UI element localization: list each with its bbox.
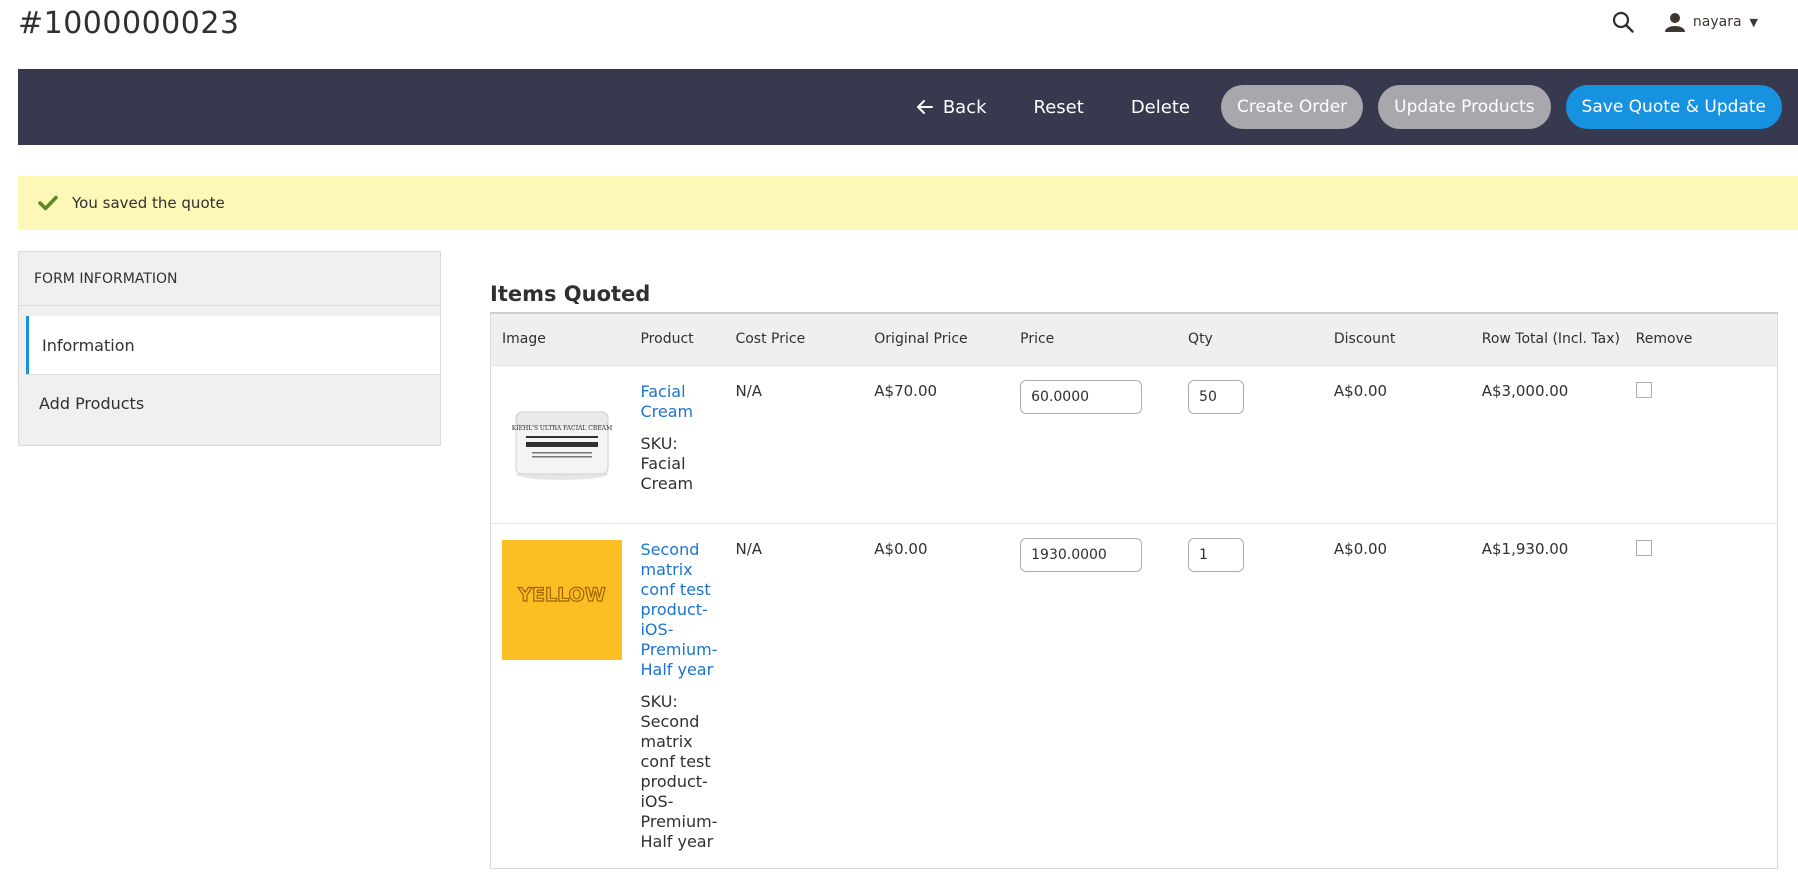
original-price-cell: A$0.00 [863,522,1010,868]
column-header-cost-price: Cost Price [724,313,864,365]
discount-cell: A$0.00 [1322,364,1471,523]
row-total-cell: A$1,930.00 [1470,522,1625,868]
remove-cell [1624,522,1778,868]
tab-add-products[interactable]: Add Products [26,374,440,432]
cost-price-cell: N/A [724,522,864,868]
product-sku: SKU: Facial Cream [640,433,694,493]
cost-price-cell: N/A [724,364,864,523]
qty-cell [1177,364,1323,523]
column-header-image: Image [490,313,630,365]
user-menu[interactable]: nayara ▼ [1664,12,1758,32]
product-cell: Facial Cream SKU: Facial Cream [629,364,725,523]
table-row: YELLOW Second matrix conf test product-i… [490,522,1778,868]
remove-checkbox[interactable] [1635,381,1652,398]
price-input[interactable] [1020,537,1143,572]
price-cell [1009,364,1178,523]
column-header-discount: Discount [1322,313,1471,365]
save-quote-button[interactable]: Save Quote & Update [1565,85,1782,129]
page-actions-toolbar: Back Reset Delete Create Order Update Pr… [18,69,1798,145]
column-header-remove: Remove [1624,313,1778,365]
remove-cell [1624,364,1778,523]
product-image-facial-cream: KIEHL'S ULTRA FACIAL CREAM [502,381,622,502]
price-input[interactable] [1020,379,1143,414]
side-nav: FORM INFORMATION Information Add Product… [18,251,441,446]
column-header-product: Product [629,313,725,365]
user-name: nayara [1692,14,1742,30]
create-order-button[interactable]: Create Order [1220,85,1364,129]
table-row: KIEHL'S ULTRA FACIAL CREAM Facial Cream … [490,364,1778,523]
product-sku: SKU: Second matrix conf test product-iOS… [640,691,718,851]
success-message-text: You saved the quote [72,194,225,212]
product-image-label: KIEHL'S ULTRA FACIAL CREAM [512,425,613,432]
product-cell: Second matrix conf test product-iOS-Prem… [629,522,725,868]
product-image-cell: YELLOW [490,522,630,868]
column-header-qty: Qty [1177,313,1323,365]
column-header-price: Price [1009,313,1178,365]
back-label: Back [942,96,987,118]
row-total-cell: A$3,000.00 [1470,364,1625,523]
user-icon [1664,13,1685,32]
table-header-row: Image Product Cost Price Original Price … [490,313,1778,365]
original-price-cell: A$70.00 [863,364,1010,523]
qty-cell [1177,522,1323,868]
search-button[interactable] [1609,8,1637,36]
checkmark-icon [38,195,58,211]
price-cell [1009,522,1178,868]
reset-button[interactable]: Reset [1018,87,1100,128]
product-image-cell: KIEHL'S ULTRA FACIAL CREAM [490,364,630,523]
delete-button[interactable]: Delete [1115,87,1206,128]
header-tools: nayara ▼ [1609,8,1758,36]
product-link[interactable]: Facial Cream [640,382,724,422]
qty-input[interactable] [1188,537,1245,572]
side-nav-title: FORM INFORMATION [19,252,440,306]
tab-information[interactable]: Information [26,316,440,374]
back-button[interactable]: Back [901,87,1003,128]
success-message: You saved the quote [18,176,1798,230]
caret-down-icon: ▼ [1749,15,1758,29]
search-icon [1612,11,1634,33]
arrow-left-icon [916,100,933,114]
page-title: #1000000023 [18,6,240,41]
column-header-original-price: Original Price [863,313,1010,365]
column-header-row-total: Row Total (Incl. Tax) [1470,313,1625,365]
discount-cell: A$0.00 [1322,522,1471,868]
product-image-yellow: YELLOW [502,539,622,660]
qty-input[interactable] [1188,379,1245,414]
update-products-button[interactable]: Update Products [1378,85,1551,129]
items-quoted-table: Image Product Cost Price Original Price … [490,312,1778,869]
remove-checkbox[interactable] [1635,539,1652,556]
product-link[interactable]: Second matrix conf test product-iOS-Prem… [640,540,724,680]
items-quoted-title: Items Quoted [490,282,651,306]
product-image-label: YELLOW [517,584,605,606]
